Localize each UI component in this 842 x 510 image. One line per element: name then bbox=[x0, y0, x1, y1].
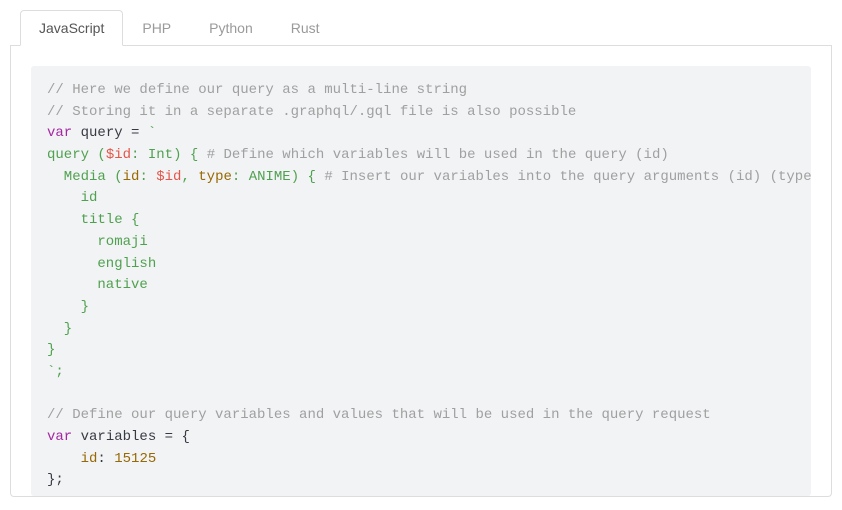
code-string: } bbox=[47, 299, 89, 315]
code-string: id bbox=[47, 190, 97, 206]
code-punc: }; bbox=[47, 472, 64, 488]
code-punc: = { bbox=[165, 429, 190, 445]
tab-php[interactable]: PHP bbox=[123, 10, 190, 46]
code-panel: // Here we define our query as a multi-l… bbox=[10, 46, 832, 497]
code-gql-type: Int bbox=[148, 147, 173, 163]
tab-python[interactable]: Python bbox=[190, 10, 272, 46]
code-block: // Here we define our query as a multi-l… bbox=[31, 66, 811, 496]
code-gql-arg: type bbox=[198, 169, 232, 185]
code-string: ) { bbox=[291, 169, 325, 185]
code-string: query bbox=[47, 147, 97, 163]
code-string: : bbox=[131, 147, 148, 163]
tab-rust[interactable]: Rust bbox=[272, 10, 339, 46]
code-gql-arg: id bbox=[123, 169, 140, 185]
code-keyword-var: var bbox=[47, 125, 72, 141]
code-gql-enum: ANIME bbox=[249, 169, 291, 185]
code-string: ( bbox=[97, 147, 105, 163]
code-number: 15125 bbox=[114, 451, 156, 467]
code-string: } bbox=[47, 321, 72, 337]
code-comment: // Storing it in a separate .graphql/.gq… bbox=[47, 104, 576, 120]
code-obj-key: id bbox=[47, 451, 97, 467]
code-comment: // Here we define our query as a multi-l… bbox=[47, 82, 467, 98]
code-string: ) { bbox=[173, 147, 207, 163]
code-string: : bbox=[139, 169, 156, 185]
code-punc: : bbox=[97, 451, 114, 467]
code-string: ` bbox=[148, 125, 156, 141]
code-string: Media bbox=[47, 169, 114, 185]
tab-javascript[interactable]: JavaScript bbox=[20, 10, 123, 46]
code-gql-comment: # Insert our variables into the query ar… bbox=[324, 169, 811, 185]
code-string: , bbox=[181, 169, 198, 185]
code-string: english bbox=[47, 256, 156, 272]
code-string: `; bbox=[47, 364, 64, 380]
code-ident-query: query bbox=[72, 125, 131, 141]
code-gql-var: $id bbox=[156, 169, 181, 185]
code-string: title { bbox=[47, 212, 139, 228]
code-string: romaji bbox=[47, 234, 148, 250]
code-punc: = bbox=[131, 125, 148, 141]
code-ident-variables: variables bbox=[72, 429, 164, 445]
code-string: native bbox=[47, 277, 148, 293]
code-gql-comment: # Define which variables will be used in… bbox=[207, 147, 669, 163]
code-string: ( bbox=[114, 169, 122, 185]
code-string: } bbox=[47, 342, 55, 358]
code-gql-var: $id bbox=[106, 147, 131, 163]
language-tabs: JavaScript PHP Python Rust bbox=[10, 10, 832, 46]
code-blank bbox=[47, 386, 55, 402]
code-keyword-var: var bbox=[47, 429, 72, 445]
code-string: : bbox=[232, 169, 249, 185]
code-comment: // Define our query variables and values… bbox=[47, 407, 711, 423]
